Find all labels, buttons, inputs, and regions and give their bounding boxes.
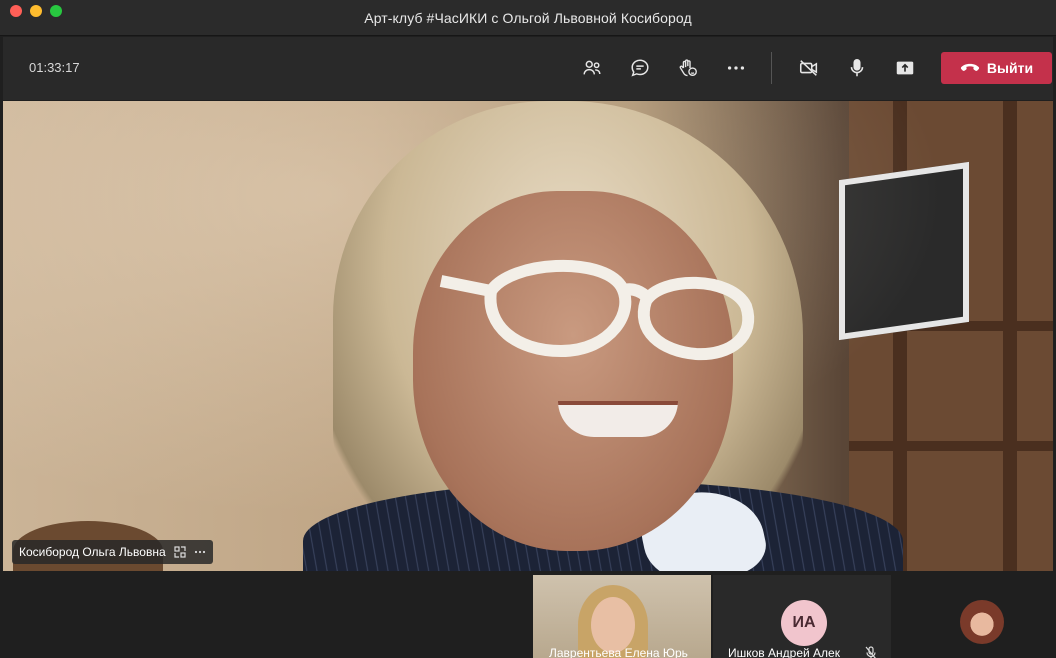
pin-icon[interactable] [174, 546, 186, 558]
participant-tile[interactable]: Лаврентьева Елена Юрь [533, 575, 711, 658]
participant-video-face [591, 597, 635, 653]
raise-hand-icon [679, 59, 697, 77]
participants-button[interactable] [578, 54, 606, 82]
speaker-smile [558, 401, 678, 437]
main-participant-label: Косибород Ольга Львовна [12, 540, 213, 564]
share-screen-button[interactable] [891, 54, 919, 82]
participant-initials-avatar: ИА [781, 600, 827, 646]
camera-off-icon [799, 60, 818, 76]
meeting-timer: 01:33:17 [29, 60, 80, 75]
more-icon[interactable] [194, 546, 206, 558]
microphone-toggle-button[interactable] [843, 54, 871, 82]
participant-name: Ишков Андрей Алек [728, 646, 840, 658]
more-options-button[interactable] [722, 54, 750, 82]
toolbar-divider [771, 52, 772, 84]
leave-meeting-button[interactable]: Выйти [941, 52, 1052, 84]
title-bar: Арт-клуб #ЧасИКИ с Ольгой Львовной Косиб… [0, 0, 1056, 36]
microphone-icon [850, 58, 864, 77]
main-video-feed[interactable]: Косибород Ольга Львовна [3, 101, 1053, 571]
share-screen-icon [896, 61, 914, 75]
camera-toggle-button[interactable] [795, 54, 823, 82]
participant-avatar [960, 600, 1004, 644]
meeting-toolbar: 01:33:17 Выйти [3, 37, 1053, 100]
participant-name: Лаврентьева Елена Юрь [549, 646, 688, 658]
phone-hangup-icon [960, 63, 980, 71]
main-participant-name: Косибород Ольга Львовна [19, 545, 166, 559]
minimize-window-button[interactable] [30, 5, 42, 17]
chat-icon [631, 59, 649, 77]
more-icon [727, 66, 745, 70]
leave-label: Выйти [986, 60, 1034, 76]
reactions-button[interactable] [674, 54, 702, 82]
maximize-window-button[interactable] [50, 5, 62, 17]
participant-tile[interactable] [893, 575, 1053, 658]
window-title: Арт-клуб #ЧасИКИ с Ольгой Львовной Косиб… [364, 9, 692, 26]
speaker-face [413, 191, 733, 551]
chat-button[interactable] [626, 54, 654, 82]
participant-tile[interactable]: ИА Ишков Андрей Алек [713, 575, 891, 658]
speaker-glasses [439, 259, 754, 361]
close-window-button[interactable] [10, 5, 22, 17]
people-icon [583, 60, 601, 75]
microphone-muted-icon [865, 646, 876, 658]
window-controls [10, 5, 62, 17]
participant-strip: Лаврентьева Елена Юрь ИА Ишков Андрей Ал… [3, 572, 1053, 658]
